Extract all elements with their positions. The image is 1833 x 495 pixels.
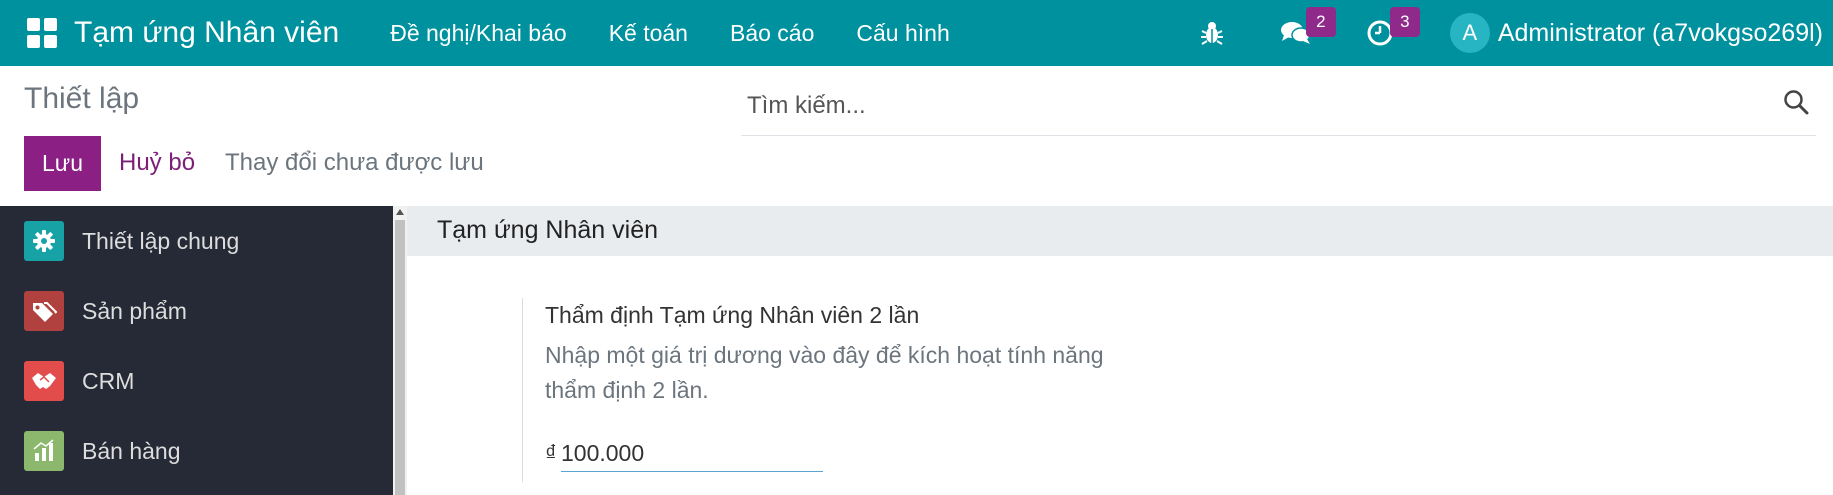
sales-chart-icon (24, 431, 64, 471)
sidebar-item-label: CRM (82, 367, 135, 394)
amount-input[interactable] (561, 436, 823, 472)
page-title: Thiết lập (24, 82, 140, 115)
menu-configuration[interactable]: Cấu hình (856, 20, 949, 47)
tags-icon (24, 291, 64, 331)
app-title[interactable]: Tạm ứng Nhân viên (74, 16, 339, 50)
unsaved-changes-label: Thay đổi chưa được lưu (225, 149, 484, 176)
handshake-icon (24, 361, 64, 401)
settings-sidebar: Thiết lập chung Sản phẩm CRM Bán hàng (0, 206, 393, 495)
save-button[interactable]: Lưu (24, 136, 101, 191)
activity-clock-icon[interactable]: 3 (1360, 7, 1420, 53)
sidebar-item-label: Bán hàng (82, 437, 181, 464)
sidebar-scrollbar[interactable] (393, 206, 407, 495)
menu-reports[interactable]: Báo cáo (730, 20, 814, 47)
search-bar (741, 78, 1816, 136)
scrollbar-thumb[interactable] (395, 220, 405, 495)
gear-icon (24, 221, 64, 261)
section-header: Tạm ứng Nhân viên (407, 206, 1833, 256)
menu-accounting[interactable]: Kế toán (609, 20, 688, 47)
discard-button[interactable]: Huỷ bỏ (119, 149, 195, 177)
menu-requests[interactable]: Đề nghị/Khai báo (390, 20, 566, 47)
currency-symbol: ₫ (545, 440, 557, 466)
debug-bug-icon[interactable] (1192, 13, 1232, 53)
systray: 2 3 A Administrator (a7vokgso269l) (1170, 0, 1833, 66)
sidebar-item-products[interactable]: Sản phẩm (0, 276, 393, 346)
messages-chat-icon[interactable]: 2 (1276, 7, 1336, 53)
setting-double-validation: Thẩm định Tạm ứng Nhân viên 2 lần Nhập m… (522, 298, 1104, 482)
sidebar-item-label: Thiết lập chung (82, 227, 240, 254)
apps-menu-icon[interactable] (22, 13, 62, 53)
setting-description: Nhập một giá trị dương vào đây để kích h… (545, 342, 1104, 403)
user-avatar[interactable]: A (1449, 13, 1490, 53)
scroll-up-arrow-icon[interactable] (396, 209, 404, 215)
sidebar-item-label: Sản phẩm (82, 297, 187, 324)
activities-count-badge: 3 (1389, 7, 1420, 37)
search-input[interactable] (747, 86, 1747, 126)
sidebar-item-general-settings[interactable]: Thiết lập chung (0, 206, 393, 276)
sidebar-item-crm[interactable]: CRM (0, 346, 393, 416)
search-icon[interactable] (1776, 82, 1816, 122)
user-menu[interactable]: Administrator (a7vokgso269l) (1498, 19, 1823, 48)
top-navbar: Tạm ứng Nhân viên Đề nghị/Khai báo Kế to… (0, 0, 1833, 66)
messages-count-badge: 2 (1305, 7, 1336, 37)
section-title: Tạm ứng Nhân viên (437, 216, 659, 244)
setting-label: Thẩm định Tạm ứng Nhân viên 2 lần (545, 302, 920, 328)
sidebar-item-sales[interactable]: Bán hàng (0, 416, 393, 486)
